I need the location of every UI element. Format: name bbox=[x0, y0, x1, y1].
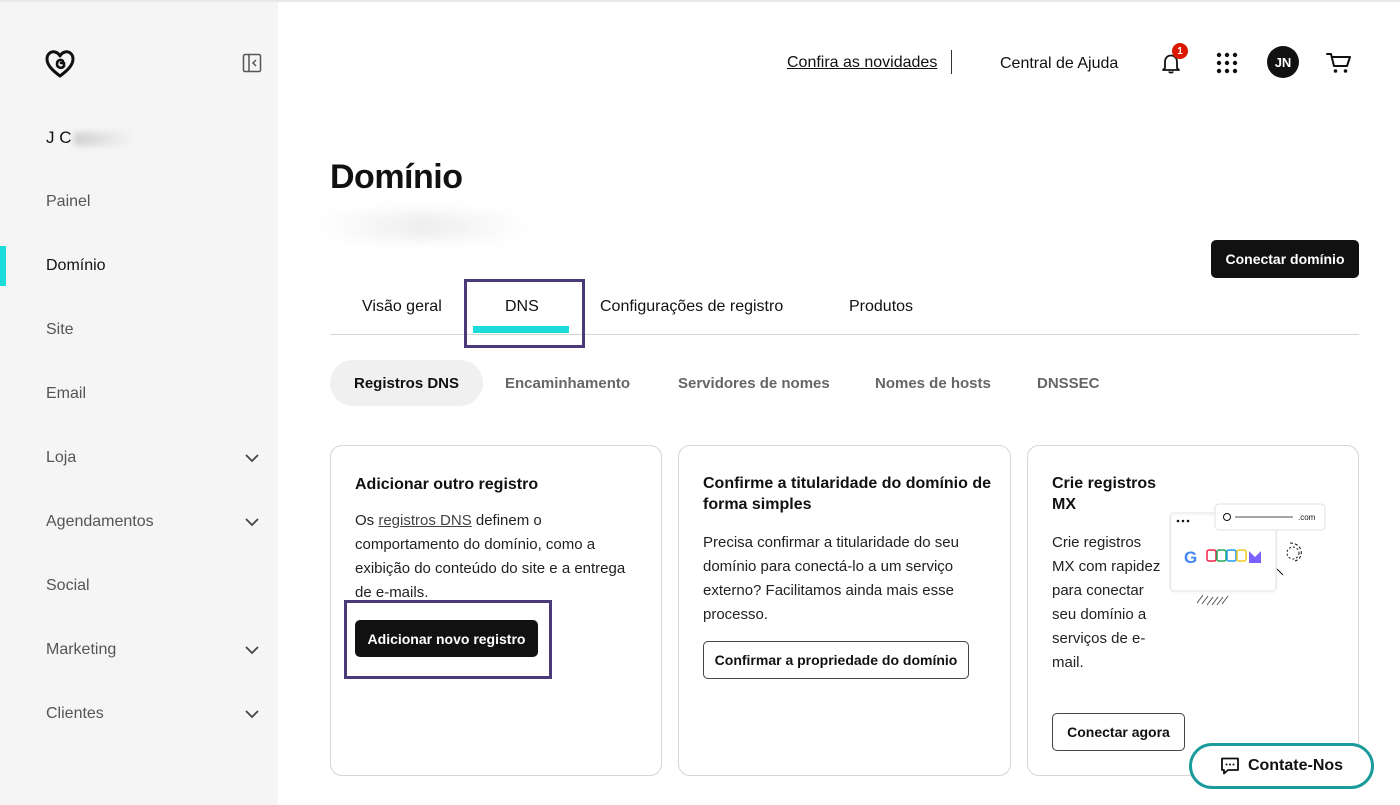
godaddy-logo-icon[interactable] bbox=[44, 48, 76, 80]
card-title: Confirme a titularidade do domínio de fo… bbox=[703, 475, 992, 513]
sidebar-item-email[interactable]: Email bbox=[0, 374, 278, 414]
sidebar-item-agendamentos[interactable]: Agendamentos bbox=[0, 502, 278, 542]
sidebar-item-social[interactable]: Social bbox=[0, 566, 278, 606]
card-title: Adicionar outro registro bbox=[355, 476, 539, 493]
sidebar-item-painel[interactable]: Painel bbox=[0, 182, 278, 222]
tab-products[interactable]: Produtos bbox=[849, 298, 913, 316]
card-description: Precisa confirmar a titularidade do seu … bbox=[703, 534, 959, 623]
subtab-forwarding[interactable]: Encaminhamento bbox=[505, 360, 630, 406]
notification-badge: 1 bbox=[1172, 43, 1188, 59]
sidebar-item-dominio[interactable]: Domínio bbox=[0, 246, 278, 286]
card-confirm-ownership: Confirme a titularidade do domínio de fo… bbox=[678, 445, 1011, 776]
sidebar: J C Painel Domínio Site Email Loja Agend… bbox=[0, 2, 278, 805]
domain-name-redacted bbox=[318, 212, 528, 240]
news-link[interactable]: Confira as novidades bbox=[787, 54, 937, 72]
header-divider bbox=[951, 50, 952, 74]
tab-registration-settings[interactable]: Configurações de registro bbox=[600, 298, 783, 316]
apps-grid-icon[interactable] bbox=[1216, 52, 1238, 74]
subtab-dnssec[interactable]: DNSSEC bbox=[1037, 360, 1100, 406]
card-description: Os registros DNS definem o comportamento… bbox=[355, 512, 626, 601]
chevron-down-icon bbox=[245, 710, 259, 719]
card-description: Crie registros MX com rapidez para conec… bbox=[1052, 534, 1161, 671]
connect-domain-button[interactable]: Conectar domínio bbox=[1211, 240, 1359, 278]
connect-now-button[interactable]: Conectar agora bbox=[1052, 713, 1185, 751]
subtab-hostnames[interactable]: Nomes de hosts bbox=[875, 360, 991, 406]
card-title: Crie registros MX bbox=[1052, 475, 1157, 513]
user-avatar[interactable]: JN bbox=[1267, 46, 1299, 78]
chevron-down-icon bbox=[245, 454, 259, 463]
illus-tld-label: .com bbox=[1298, 513, 1316, 522]
account-name: J C bbox=[46, 128, 134, 148]
sidebar-item-clientes[interactable]: Clientes bbox=[0, 694, 278, 734]
subtab-nameservers[interactable]: Servidores de nomes bbox=[678, 360, 830, 406]
chevron-down-icon bbox=[245, 518, 259, 527]
subtab-dns-records[interactable]: Registros DNS bbox=[330, 360, 484, 406]
highlight-box-dns-tab bbox=[464, 279, 585, 348]
confirm-ownership-button[interactable]: Confirmar a propriedade do domínio bbox=[703, 641, 969, 679]
cart-icon[interactable] bbox=[1326, 51, 1352, 75]
sidebar-item-loja[interactable]: Loja bbox=[0, 438, 278, 478]
page-title: Domínio bbox=[330, 158, 463, 196]
email-providers-illustration-icon: G .com bbox=[1169, 503, 1326, 606]
collapse-sidebar-icon[interactable] bbox=[242, 53, 262, 73]
svg-text:G: G bbox=[1184, 548, 1197, 567]
highlight-box-add-record bbox=[344, 600, 552, 679]
contact-us-button[interactable]: Contate-Nos bbox=[1189, 743, 1374, 789]
sidebar-item-marketing[interactable]: Marketing bbox=[0, 630, 278, 670]
sidebar-item-site[interactable]: Site bbox=[0, 310, 278, 350]
chat-icon bbox=[1221, 757, 1239, 775]
chevron-down-icon bbox=[245, 646, 259, 655]
card-mx-records: Crie registros MX Crie registros MX com … bbox=[1027, 445, 1359, 776]
dns-records-link[interactable]: registros DNS bbox=[378, 512, 471, 529]
help-center-link[interactable]: Central de Ajuda bbox=[1000, 55, 1118, 73]
tab-overview[interactable]: Visão geral bbox=[362, 298, 442, 316]
